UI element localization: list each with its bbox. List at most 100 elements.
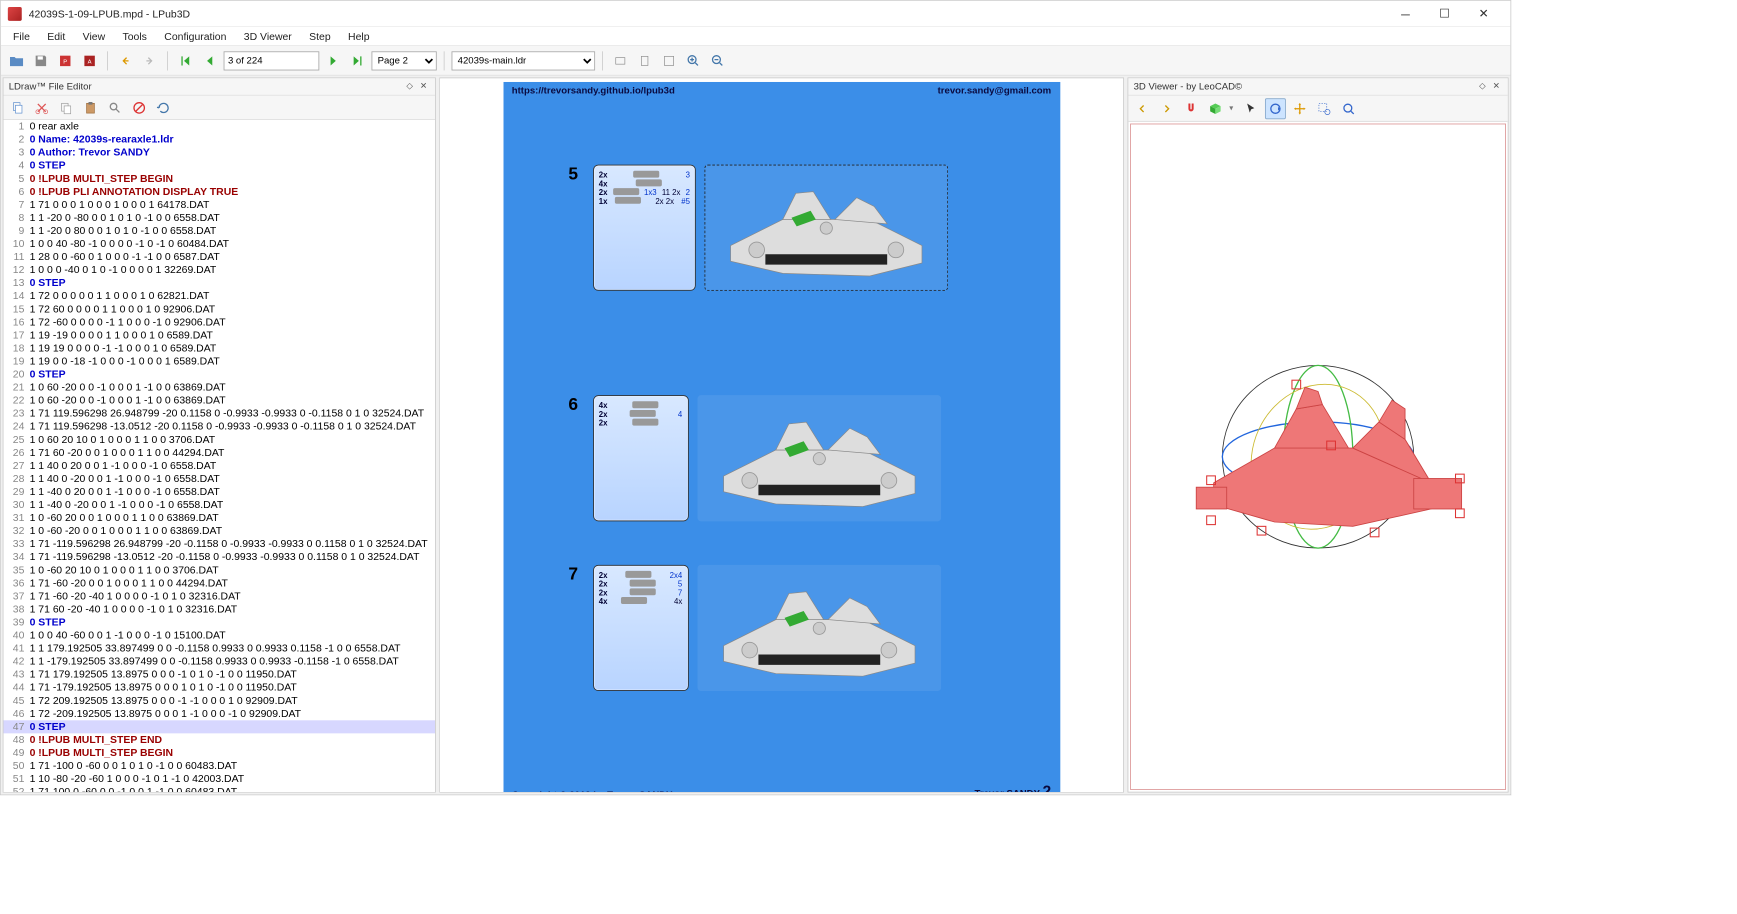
code-line[interactable]: 421 1 -179.192505 33.897499 0 0 -0.1158 … [3, 655, 435, 668]
code-line[interactable]: 50 !LPUB MULTI_STEP BEGIN [3, 172, 435, 185]
code-line[interactable]: 161 72 -60 0 0 0 0 -1 1 0 0 0 -1 0 92906… [3, 316, 435, 329]
menu-file[interactable]: File [4, 28, 38, 44]
code-line[interactable]: 241 71 119.596298 -13.0512 -20 0.1158 0 … [3, 420, 435, 433]
menu-view[interactable]: View [74, 28, 114, 44]
code-editor[interactable]: 10 rear axle20 Name: 42039s-rearaxle1.ld… [3, 120, 435, 792]
menu-configuration[interactable]: Configuration [156, 28, 236, 44]
code-line[interactable]: 151 72 60 0 0 0 0 1 1 0 0 0 1 0 92906.DA… [3, 303, 435, 316]
code-line[interactable]: 221 0 60 -20 0 0 -1 0 0 0 1 -1 0 0 63869… [3, 394, 435, 407]
code-line[interactable]: 470 STEP [3, 720, 435, 733]
page-canvas[interactable]: https://trevorsandy.github.io/lpub3d tre… [440, 78, 1123, 791]
viewer-undo-icon[interactable] [1132, 98, 1153, 119]
code-line[interactable]: 211 0 60 -20 0 0 -1 0 0 0 1 -1 0 0 63869… [3, 381, 435, 394]
open-icon[interactable] [6, 50, 27, 71]
menu-3d-viewer[interactable]: 3D Viewer [235, 28, 300, 44]
pan-icon[interactable] [1289, 98, 1310, 119]
code-line[interactable]: 130 STEP [3, 277, 435, 290]
export-pdf-icon[interactable]: A [79, 50, 100, 71]
panel-close-icon[interactable]: ✕ [418, 80, 430, 92]
code-line[interactable]: 271 1 40 0 20 0 0 1 -1 0 0 0 -1 0 6558.D… [3, 459, 435, 472]
maximize-button[interactable]: ☐ [1425, 0, 1464, 26]
add-piece-icon[interactable] [1205, 98, 1226, 119]
zoom-region-icon[interactable] [1313, 98, 1334, 119]
code-line[interactable]: 71 71 0 0 0 1 0 0 0 1 0 0 0 1 64178.DAT [3, 198, 435, 211]
code-line[interactable]: 321 0 -60 -20 0 0 1 0 0 0 1 1 0 0 63869.… [3, 525, 435, 538]
code-line[interactable]: 441 71 -179.192505 13.8975 0 0 0 1 0 1 0… [3, 681, 435, 694]
viewer-redo-icon[interactable] [1156, 98, 1177, 119]
code-line[interactable]: 40 STEP [3, 159, 435, 172]
code-line[interactable]: 501 71 -100 0 -60 0 0 1 0 1 0 -1 0 0 604… [3, 760, 435, 773]
close-button[interactable]: ✕ [1464, 0, 1503, 26]
code-line[interactable]: 431 71 179.192505 13.8975 0 0 0 -1 0 1 0… [3, 668, 435, 681]
rotate-view-icon[interactable] [1265, 98, 1286, 119]
code-line[interactable]: 401 0 0 40 -60 0 0 1 -1 0 0 0 -1 0 15100… [3, 629, 435, 642]
code-line[interactable]: 20 Name: 42039s-rearaxle1.ldr [3, 133, 435, 146]
code-line[interactable]: 301 1 -40 0 -20 0 0 1 -1 0 0 0 -1 0 6558… [3, 499, 435, 512]
code-line[interactable]: 10 rear axle [3, 120, 435, 133]
code-line[interactable]: 60 !LPUB PLI ANNOTATION DISPLAY TRUE [3, 185, 435, 198]
menu-tools[interactable]: Tools [114, 28, 156, 44]
code-line[interactable]: 30 Author: Trevor SANDY [3, 146, 435, 159]
save-icon[interactable] [30, 50, 51, 71]
code-line[interactable]: 331 71 -119.596298 26.948799 -20 -0.1158… [3, 538, 435, 551]
viewer-close-icon[interactable]: ✕ [1490, 80, 1502, 92]
3d-viewport[interactable] [1130, 124, 1506, 790]
code-line[interactable]: 381 71 60 -20 -40 1 0 0 0 0 -1 0 1 0 323… [3, 603, 435, 616]
fit-page-icon[interactable] [634, 50, 655, 71]
menu-help[interactable]: Help [339, 28, 378, 44]
find-icon[interactable] [104, 97, 125, 118]
code-line[interactable]: 261 71 60 -20 0 0 1 0 0 0 1 1 0 0 44294.… [3, 446, 435, 459]
code-line[interactable]: 311 0 -60 20 0 0 1 0 0 0 1 1 0 0 63869.D… [3, 512, 435, 525]
code-line[interactable]: 200 STEP [3, 368, 435, 381]
code-line[interactable]: 390 STEP [3, 616, 435, 629]
refresh-icon[interactable] [153, 97, 174, 118]
code-line[interactable]: 361 71 -60 -20 0 0 1 0 0 0 1 1 0 0 44294… [3, 577, 435, 590]
actual-size-icon[interactable] [659, 50, 680, 71]
code-line[interactable]: 461 72 -209.192505 13.8975 0 0 0 1 -1 0 … [3, 707, 435, 720]
panel-float-icon[interactable]: ◇ [404, 80, 416, 92]
code-line[interactable]: 121 0 0 0 -40 0 1 0 -1 0 0 0 0 1 32269.D… [3, 264, 435, 277]
code-line[interactable]: 81 1 -20 0 -80 0 0 1 0 1 0 -1 0 0 6558.D… [3, 211, 435, 224]
code-line[interactable]: 480 !LPUB MULTI_STEP END [3, 733, 435, 746]
delete-icon[interactable] [129, 97, 150, 118]
code-line[interactable]: 191 19 0 0 -18 -1 0 0 0 -1 0 0 0 1 6589.… [3, 355, 435, 368]
snap-icon[interactable] [1181, 98, 1202, 119]
code-line[interactable]: 371 71 -60 -20 -40 1 0 0 0 0 -1 0 1 0 32… [3, 590, 435, 603]
select-icon[interactable] [1240, 98, 1261, 119]
menu-edit[interactable]: Edit [39, 28, 74, 44]
code-line[interactable]: 281 1 40 0 -20 0 0 1 -1 0 0 0 -1 0 6558.… [3, 472, 435, 485]
print-pdf-icon[interactable]: P [55, 50, 76, 71]
menu-step[interactable]: Step [300, 28, 339, 44]
redo-icon[interactable] [139, 50, 160, 71]
code-line[interactable]: 181 19 19 0 0 0 0 -1 -1 0 0 0 1 0 6589.D… [3, 342, 435, 355]
code-line[interactable]: 101 0 0 40 -80 -1 0 0 0 0 -1 0 -1 0 6048… [3, 238, 435, 251]
copy-icon[interactable] [7, 97, 28, 118]
next-page-icon[interactable] [323, 50, 344, 71]
zoom-extents-icon[interactable] [1338, 98, 1359, 119]
code-line[interactable]: 341 71 -119.596298 -13.0512 -20 -0.1158 … [3, 551, 435, 564]
code-line[interactable]: 91 1 -20 0 80 0 0 1 0 1 0 -1 0 0 6558.DA… [3, 224, 435, 237]
zoom-out-icon[interactable] [707, 50, 728, 71]
code-line[interactable]: 141 72 0 0 0 0 0 1 1 0 0 0 1 0 62821.DAT [3, 290, 435, 303]
code-line[interactable]: 291 1 -40 0 20 0 0 1 -1 0 0 0 -1 0 6558.… [3, 485, 435, 498]
code-line[interactable]: 231 71 119.596298 26.948799 -20 0.1158 0… [3, 407, 435, 420]
paste-icon[interactable] [80, 97, 101, 118]
last-page-icon[interactable] [347, 50, 368, 71]
fit-width-icon[interactable] [610, 50, 631, 71]
code-line[interactable]: 111 28 0 0 -60 0 1 0 0 0 -1 -1 0 0 6587.… [3, 251, 435, 264]
viewer-float-icon[interactable]: ◇ [1476, 80, 1488, 92]
page-select[interactable]: Page 2 [371, 51, 436, 70]
cut-icon[interactable] [31, 97, 52, 118]
code-line[interactable]: 490 !LPUB MULTI_STEP BEGIN [3, 746, 435, 759]
code-line[interactable]: 171 19 -19 0 0 0 0 1 1 0 0 0 1 0 6589.DA… [3, 329, 435, 342]
minimize-button[interactable]: ─ [1386, 0, 1425, 26]
submodel-select[interactable]: 42039s-main.ldr [452, 51, 596, 70]
code-line[interactable]: 521 71 100 0 -60 0 0 -1 0 0 1 -1 0 0 604… [3, 786, 435, 792]
code-line[interactable]: 351 0 -60 20 10 0 1 0 0 0 1 1 0 0 3706.D… [3, 564, 435, 577]
first-page-icon[interactable] [175, 50, 196, 71]
zoom-in-icon[interactable] [683, 50, 704, 71]
code-line[interactable]: 251 0 60 20 10 0 1 0 0 0 1 1 0 0 3706.DA… [3, 433, 435, 446]
code-line[interactable]: 411 1 179.192505 33.897499 0 0 -0.1158 0… [3, 642, 435, 655]
undo-icon[interactable] [115, 50, 136, 71]
copy2-icon[interactable] [56, 97, 77, 118]
